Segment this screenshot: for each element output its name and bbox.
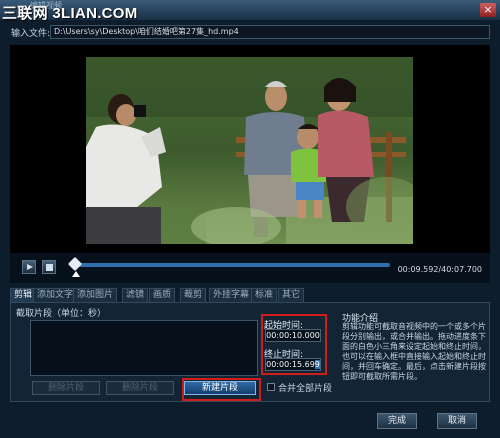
clip-group-label: 截取片段（单位：秒） bbox=[16, 309, 107, 319]
input-file-label: 输入文件: bbox=[11, 29, 51, 39]
tab-add-image[interactable]: 添加图片 bbox=[73, 288, 118, 302]
tab-add-text[interactable]: 添加文字 bbox=[33, 288, 78, 302]
merge-checkbox[interactable] bbox=[267, 383, 275, 391]
tab-crop[interactable]: 裁剪 bbox=[180, 288, 207, 302]
help-text: 剪辑功能可截取音视频中的一个或多个片段分别输出，或合并输出。拖动进度条下面的白色… bbox=[342, 322, 486, 381]
tab-filter[interactable]: 滤镜 bbox=[122, 288, 149, 302]
delete-all-clips-button[interactable]: 删除片段 bbox=[106, 381, 174, 395]
input-file-row: 输入文件: D:\Users\sy\Desktop\咱们结婚吧第27集_hd.m… bbox=[0, 22, 500, 42]
ok-button[interactable]: 完成 bbox=[377, 413, 417, 429]
seek-thumb[interactable] bbox=[67, 256, 83, 272]
tab-subtitles[interactable]: 外挂字幕 bbox=[209, 288, 254, 302]
merge-label: 合并全部片段 bbox=[278, 384, 333, 394]
play-icon bbox=[27, 264, 33, 270]
watermark-logo: 三联网 3LIAN.COM bbox=[2, 5, 138, 22]
tab-standard[interactable]: 标准 bbox=[251, 288, 278, 302]
delete-clip-button[interactable]: 删除片段 bbox=[32, 381, 100, 395]
time-readout: 00:09.592/40:07.700 bbox=[397, 265, 482, 274]
cancel-button[interactable]: 取消 bbox=[437, 413, 477, 429]
clip-list[interactable] bbox=[30, 320, 258, 376]
video-frame bbox=[86, 57, 413, 244]
highlight-box-times bbox=[261, 314, 327, 375]
seek-bar[interactable] bbox=[74, 263, 390, 267]
stop-button[interactable] bbox=[42, 260, 56, 274]
tab-other[interactable]: 其它 bbox=[278, 288, 305, 302]
play-button[interactable] bbox=[22, 260, 36, 274]
stop-icon bbox=[46, 264, 53, 271]
input-file-field[interactable]: D:\Users\sy\Desktop\咱们结婚吧第27集_hd.mp4 bbox=[50, 25, 490, 39]
start-marker-triangle[interactable] bbox=[72, 271, 80, 277]
close-button[interactable]: × bbox=[480, 3, 496, 17]
tab-quality[interactable]: 画质 bbox=[149, 288, 176, 302]
video-preview bbox=[10, 45, 490, 253]
highlight-box-new-clip bbox=[182, 378, 261, 401]
player-controls: 00:09.592/40:07.700 bbox=[10, 253, 490, 283]
video-still-image bbox=[86, 57, 413, 244]
